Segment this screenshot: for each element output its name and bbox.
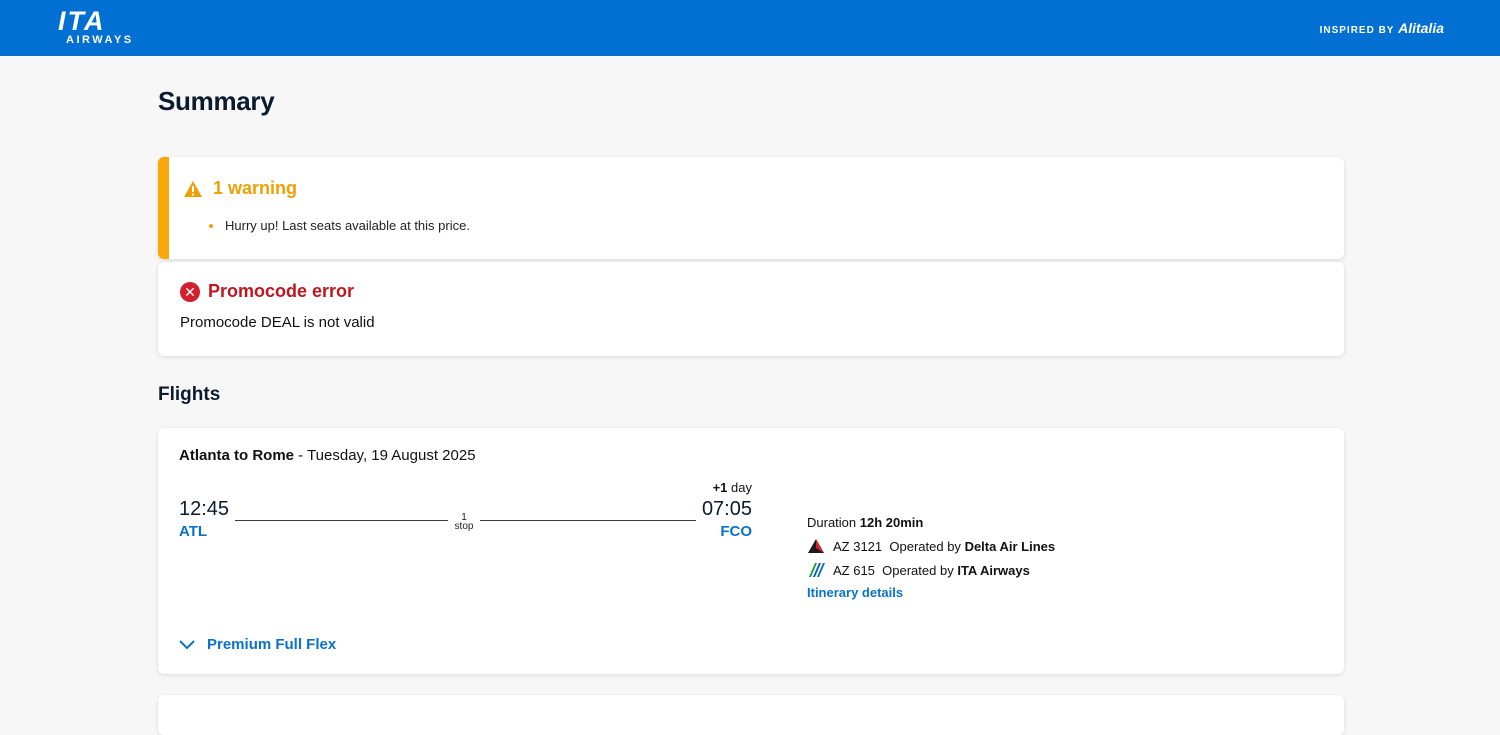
- day-offset-suffix: day: [727, 480, 752, 495]
- day-offset: +1 day: [713, 480, 752, 495]
- route-separator: -: [294, 447, 308, 464]
- segment-row: AZ 615 Operated by ITA Airways: [807, 558, 1055, 582]
- segment-flight-number: AZ 615: [833, 562, 875, 578]
- bullet-dot: [209, 223, 213, 228]
- warning-item: Hurry up! Last seats available at this p…: [209, 218, 470, 233]
- ita-airways-logo[interactable]: ITA AIRWAYS: [58, 6, 142, 47]
- error-message: Promocode DEAL is not valid: [180, 314, 375, 331]
- error-title: Promocode error: [208, 281, 355, 301]
- duration-label: Duration: [807, 514, 857, 530]
- delta-logo-icon: [808, 539, 824, 553]
- chevron-down-icon: [179, 639, 195, 649]
- flight-date: Tuesday, 19 August 2025: [307, 447, 476, 464]
- segment-flight-number: AZ 3121: [833, 538, 883, 554]
- segment-row: AZ 3121 Operated by Delta Air Lines: [807, 534, 1055, 558]
- fare-toggle[interactable]: Premium Full Flex: [179, 636, 336, 653]
- segment-carrier: ITA Airways: [957, 562, 1030, 578]
- duration-value: 12h 20min: [859, 514, 924, 530]
- flight-card: Atlanta to Rome - Tuesday, 19 August 202…: [158, 428, 1344, 674]
- warning-triangle-icon: [184, 180, 202, 197]
- flight-route-line: Atlanta to Rome - Tuesday, 19 August 202…: [179, 447, 476, 464]
- departure-airport-code: ATL: [179, 523, 208, 540]
- page-title: Summary: [158, 86, 275, 116]
- inspired-prefix: INSPIRED BY: [1319, 25, 1395, 36]
- itinerary-details-link[interactable]: Itinerary details: [807, 585, 903, 600]
- warning-title: 1 warning: [213, 178, 298, 198]
- warning-header: 1 warning: [183, 178, 297, 199]
- promocode-error-panel: ✕ Promocode error Promocode DEAL is not …: [158, 262, 1344, 356]
- segment-operated-label: Operated by: [882, 562, 954, 578]
- warning-item-text: Hurry up! Last seats available at this p…: [225, 218, 470, 233]
- next-flight-card: [158, 695, 1344, 735]
- inspired-by-alitalia: INSPIRED BY Alitalia: [1320, 21, 1444, 38]
- top-header-bar: ITA AIRWAYS INSPIRED BY Alitalia: [0, 0, 1500, 56]
- fare-label: Premium Full Flex: [207, 636, 337, 653]
- segment-carrier: Delta Air Lines: [964, 538, 1056, 554]
- arrival-time: 07:05: [701, 498, 752, 520]
- duration-row: Duration 12h 20min: [807, 510, 1055, 534]
- departure-time: 12:45: [179, 498, 230, 520]
- logo-main-text: ITA: [58, 6, 106, 36]
- logo-sub-text: AIRWAYS: [66, 34, 134, 46]
- flights-section-title: Flights: [158, 384, 221, 405]
- arrival-airport-code: FCO: [720, 523, 752, 540]
- warning-panel: 1 warning Hurry up! Last seats available…: [158, 157, 1344, 259]
- stops-word: stop: [454, 521, 474, 532]
- flight-route: Atlanta to Rome: [179, 447, 295, 464]
- alitalia-brand: Alitalia: [1398, 20, 1444, 36]
- ita-airways-logo-icon: [809, 563, 825, 577]
- error-x-circle-icon: ✕: [180, 281, 200, 302]
- flight-details: Duration 12h 20min AZ 3121 Operated by D…: [807, 510, 1055, 601]
- segment-operated-label: Operated by: [889, 538, 961, 554]
- error-header: ✕ Promocode error: [180, 281, 354, 302]
- day-offset-value: +1: [712, 480, 728, 495]
- stops-label: 1 stop: [448, 513, 480, 532]
